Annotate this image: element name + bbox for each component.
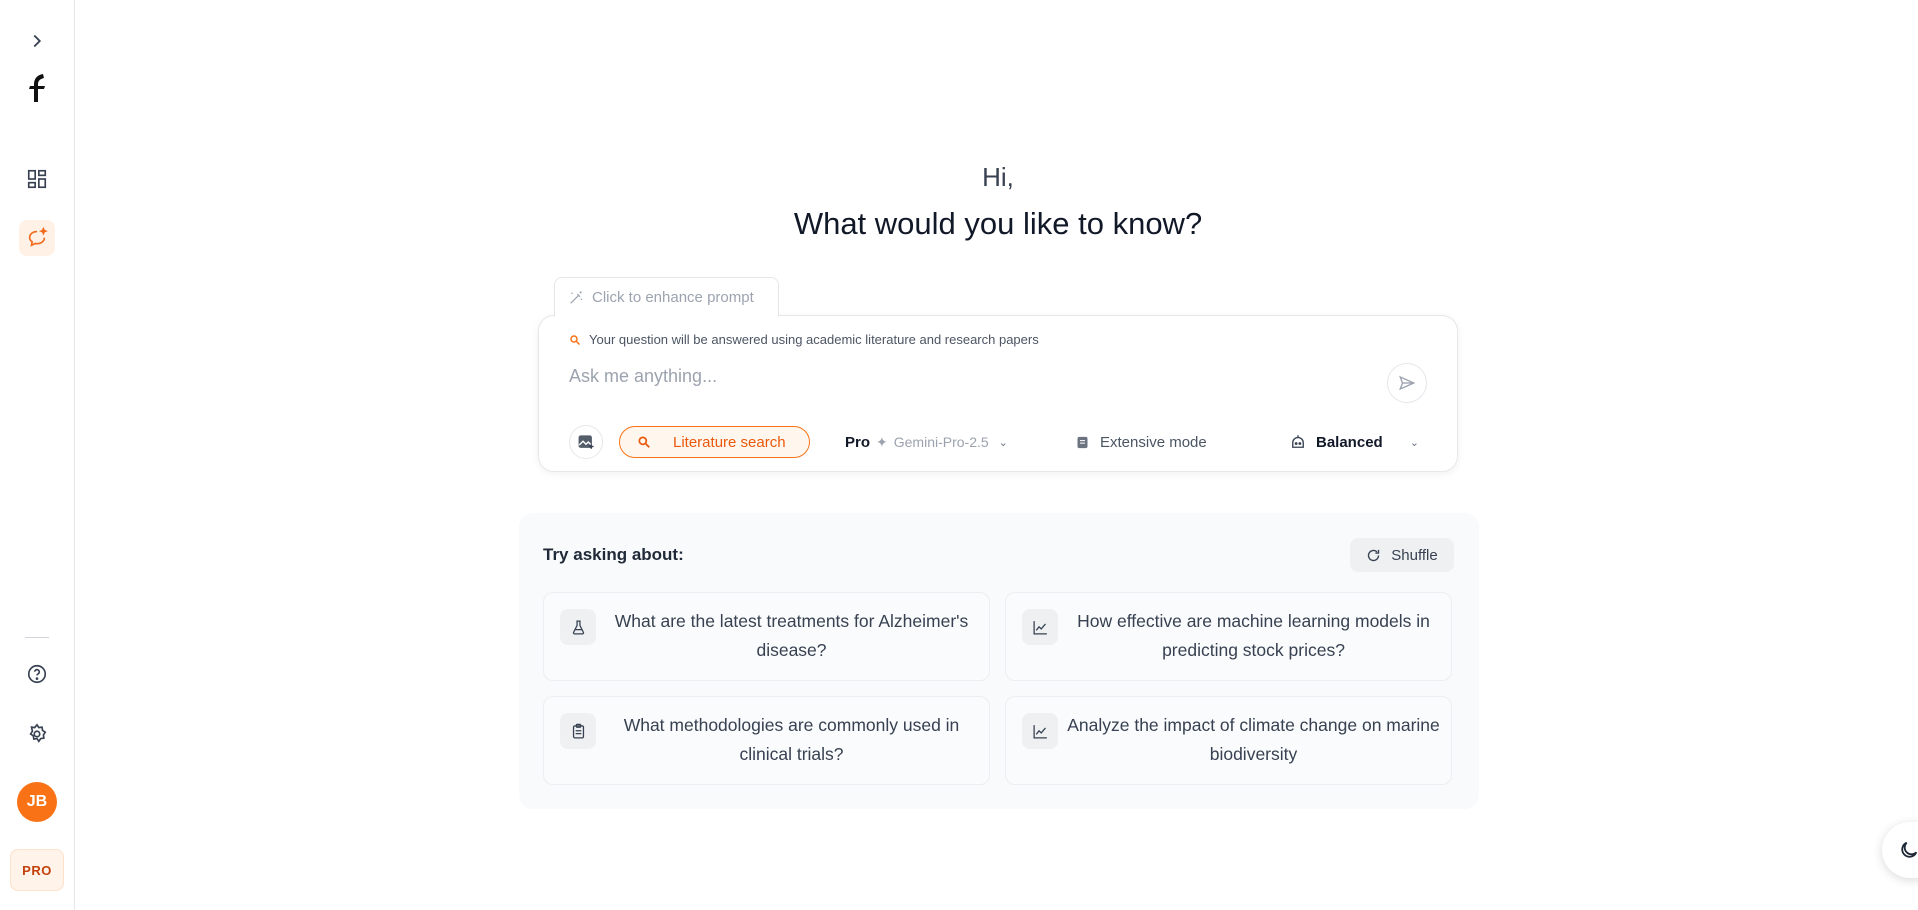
suggestion-card[interactable]: What are the latest treatments for Alzhe… bbox=[543, 592, 990, 681]
image-add-icon bbox=[578, 435, 594, 449]
theme-toggle-button[interactable] bbox=[1882, 822, 1918, 878]
chevron-right-icon bbox=[33, 34, 42, 48]
literature-search-toggle[interactable]: Literature search bbox=[619, 426, 810, 458]
clipboard-icon bbox=[560, 713, 596, 749]
app-logo[interactable] bbox=[19, 70, 55, 106]
suggestion-card[interactable]: What methodologies are commonly used in … bbox=[543, 696, 990, 785]
mode-selector[interactable]: Balanced ⌄ bbox=[1289, 426, 1419, 458]
extensive-mode-label: Extensive mode bbox=[1100, 433, 1207, 451]
help-icon bbox=[27, 664, 47, 684]
page-title: What would you like to know? bbox=[793, 206, 1203, 241]
sidebar-divider bbox=[25, 637, 49, 638]
pro-plan-badge[interactable]: PRO bbox=[10, 849, 64, 891]
suggestion-text: What methodologies are commonly used in … bbox=[623, 715, 960, 764]
enhance-prompt-button[interactable]: Click to enhance prompt bbox=[554, 277, 779, 317]
attach-image-button[interactable] bbox=[569, 425, 603, 459]
line-chart-icon bbox=[1022, 713, 1058, 749]
mode-label: Balanced bbox=[1316, 433, 1383, 451]
shuffle-button[interactable]: Shuffle bbox=[1350, 538, 1454, 572]
settings-icon bbox=[29, 723, 47, 743]
sparkle-icon: ✦ bbox=[876, 433, 888, 450]
robot-icon bbox=[1292, 435, 1304, 448]
avatar[interactable]: JB bbox=[17, 782, 57, 822]
query-hint: Your question will be answered using aca… bbox=[569, 332, 1039, 347]
suggestions-panel: Try asking about: Shuffle What are the l… bbox=[519, 513, 1479, 809]
logo-icon bbox=[29, 74, 45, 102]
expand-sidebar-button[interactable] bbox=[19, 23, 55, 59]
model-tier: Pro bbox=[845, 433, 871, 451]
query-box: Your question will be answered using aca… bbox=[538, 315, 1458, 472]
chevron-down-icon: ⌄ bbox=[998, 436, 1008, 449]
search-icon bbox=[638, 436, 650, 448]
suggestion-text: What are the latest treatments for Alzhe… bbox=[614, 611, 969, 660]
greeting-hi: Hi, bbox=[982, 162, 1014, 192]
send-icon bbox=[1399, 375, 1416, 391]
moon-icon bbox=[1901, 841, 1918, 858]
suggestions-title: Try asking about: bbox=[543, 545, 684, 564]
enhance-prompt-label: Click to enhance prompt bbox=[592, 289, 754, 306]
query-hint-text: Your question will be answered using aca… bbox=[589, 332, 1039, 347]
literature-search-label: Literature search bbox=[673, 433, 786, 451]
chevron-down-icon: ⌄ bbox=[1409, 436, 1419, 449]
suggestion-text: How effective are machine learning model… bbox=[1077, 611, 1430, 660]
shuffle-label: Shuffle bbox=[1391, 546, 1438, 564]
flask-icon bbox=[560, 609, 596, 645]
suggestion-card[interactable]: How effective are machine learning model… bbox=[1005, 592, 1452, 681]
settings-button[interactable] bbox=[19, 716, 55, 752]
query-toolbar: Literature search Pro ✦ Gemini-Pro-2.5 ⌄… bbox=[569, 424, 1427, 460]
magic-wand-icon bbox=[570, 290, 582, 304]
refresh-icon bbox=[1368, 549, 1380, 561]
send-button[interactable] bbox=[1387, 363, 1427, 403]
ask-input[interactable] bbox=[569, 362, 1369, 390]
suggestion-text: Analyze the impact of climate change on … bbox=[1067, 715, 1440, 764]
line-chart-icon bbox=[1022, 609, 1058, 645]
help-button[interactable] bbox=[19, 656, 55, 692]
model-selector[interactable]: Pro ✦ Gemini-Pro-2.5 ⌄ bbox=[845, 426, 1008, 458]
search-icon bbox=[570, 334, 581, 345]
suggestion-card[interactable]: Analyze the impact of climate change on … bbox=[1005, 696, 1452, 785]
extensive-mode-toggle[interactable]: Extensive mode bbox=[1075, 426, 1207, 458]
document-icon bbox=[1077, 436, 1088, 448]
sidebar: JB PRO bbox=[0, 0, 75, 910]
model-name: Gemini-Pro-2.5 bbox=[893, 434, 989, 450]
